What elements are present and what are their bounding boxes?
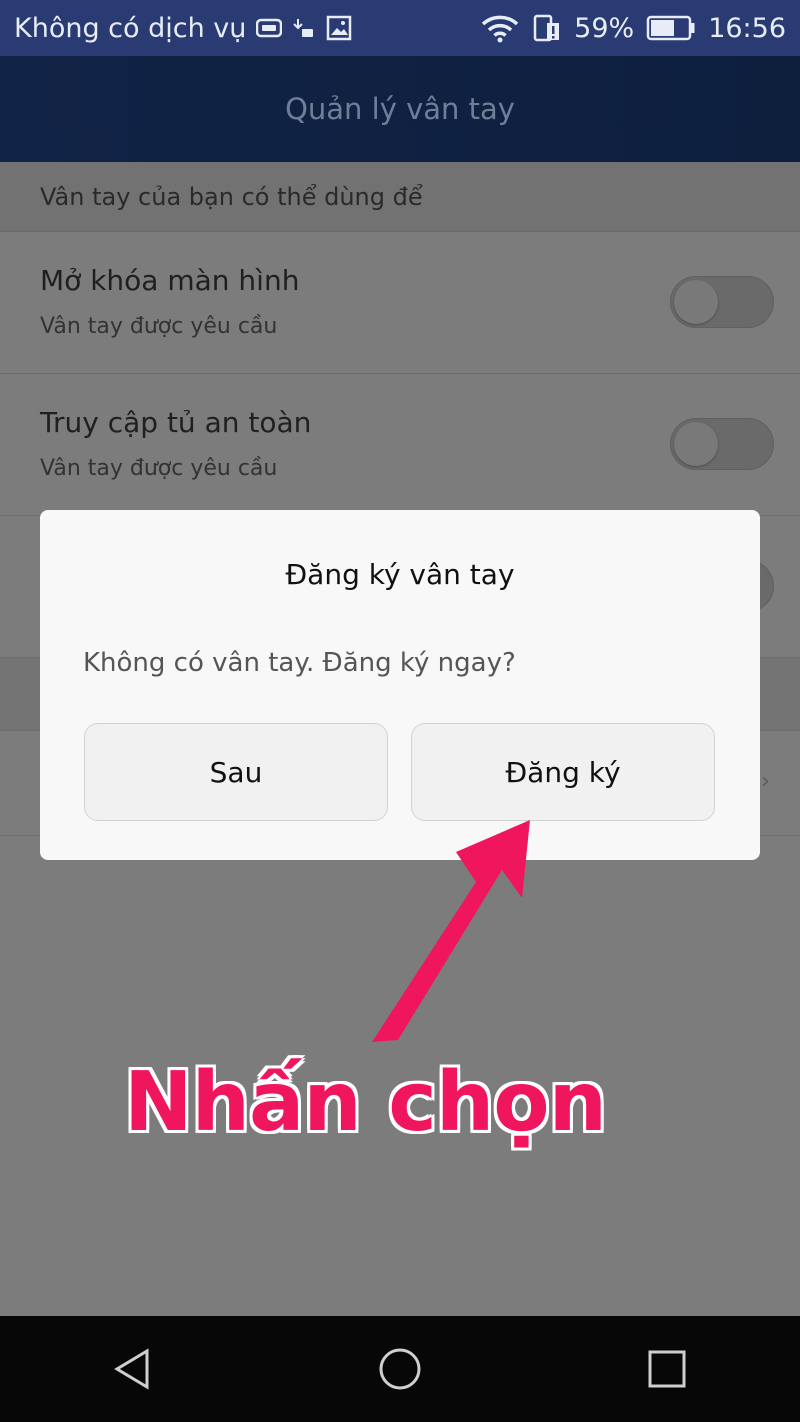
unlock-screen-toggle[interactable]: [670, 276, 774, 328]
wifi-icon: [480, 13, 520, 43]
app-bar: Quản lý vân tay: [0, 56, 800, 162]
setting-subtitle: Vân tay được yêu cầu: [40, 314, 278, 339]
setting-title: Truy cập tủ an toàn: [40, 406, 312, 439]
register-button[interactable]: Đăng ký: [411, 723, 715, 821]
battery-icon: [646, 15, 696, 41]
later-button[interactable]: Sau: [84, 723, 388, 821]
toggle-knob: [674, 422, 718, 466]
home-icon[interactable]: [370, 1339, 430, 1399]
dialog-title: Đăng ký vân tay: [285, 558, 515, 591]
chevron-right-icon: ›: [761, 769, 770, 794]
recents-icon[interactable]: [637, 1339, 697, 1399]
status-bar: Không có dịch vụ 59% 16:56: [0, 0, 800, 56]
safe-access-toggle[interactable]: [670, 418, 774, 470]
back-icon[interactable]: [103, 1339, 163, 1399]
battery-percent: 59%: [574, 12, 635, 44]
setting-row-unlock-screen[interactable]: Mở khóa màn hình Vân tay được yêu cầu: [0, 232, 800, 374]
carrier-text: Không có dịch vụ: [14, 12, 247, 44]
section-header: Vân tay của bạn có thể dùng để: [0, 162, 800, 232]
navigation-bar: [0, 1316, 800, 1422]
download-icon: [292, 16, 316, 40]
storage-alert-icon: [532, 13, 562, 43]
page-title: Quản lý vân tay: [285, 92, 515, 126]
dialog-message: Không có vân tay. Đăng ký ngay?: [83, 648, 516, 678]
setting-title: Mở khóa màn hình: [40, 264, 300, 297]
toggle-knob: [674, 280, 718, 324]
clock: 16:56: [708, 12, 786, 44]
annotation-text: Nhấn chọn: [124, 1055, 607, 1150]
fingerprint-register-dialog: Đăng ký vân tay Không có vân tay. Đăng k…: [40, 510, 760, 860]
sim-icon: [256, 18, 283, 38]
setting-row-safe-access[interactable]: Truy cập tủ an toàn Vân tay được yêu cầu: [0, 374, 800, 516]
setting-subtitle: Vân tay được yêu cầu: [40, 456, 278, 481]
image-icon: [326, 15, 352, 41]
